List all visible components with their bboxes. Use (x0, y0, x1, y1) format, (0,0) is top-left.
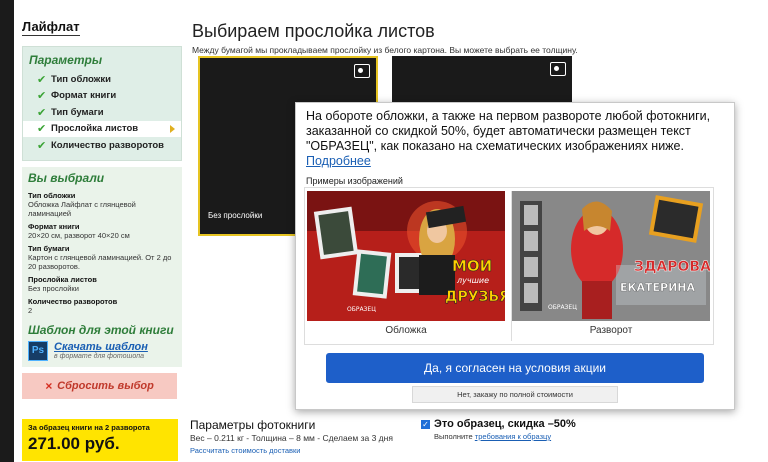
chosen-label: Тип обложки (28, 190, 76, 200)
sample-requirements: Выполните требования к образцу (421, 432, 576, 441)
spread-watermark: ОБРАЗЕЦ (548, 304, 577, 311)
template-format-note: в формате для фотошопа (54, 353, 145, 360)
book-params-spec: Вес – 0.211 кг - Толщина – 8 мм - Сделае… (190, 433, 393, 443)
spread-overlay-title: ЗДАРОВА (634, 259, 710, 275)
more-info-link[interactable]: Подробнее (306, 154, 371, 168)
photo-icon[interactable] (550, 62, 566, 76)
sample-requirements-prefix: Выполните (434, 432, 473, 441)
chosen-panel: Вы выбрали Тип обложки Обложка Лайфлат с… (22, 166, 182, 367)
brand-link[interactable]: Лайфлат (22, 19, 80, 36)
cover-overlay-subtitle: ДРУЗЬЯ (445, 289, 505, 305)
step-spreads-count[interactable]: ✔ Количество разворотов (23, 137, 181, 154)
delivery-cost-link[interactable]: Рассчитать стоимость доставки (190, 446, 393, 455)
popup-message: На обороте обложки, а также на первом ра… (306, 109, 711, 153)
option-label: Без прослойки (208, 211, 263, 220)
active-arrow-icon (170, 124, 175, 133)
checkbox-checked-icon[interactable]: ✓ (421, 419, 430, 429)
chosen-value: Обложка Лайфлат с глянцевой ламинацией (28, 199, 136, 218)
step-label: Тип обложки (51, 73, 112, 85)
price-label: За образец книги на 2 разворота (28, 423, 150, 432)
photoshop-icon: Ps (28, 340, 48, 361)
check-icon: ✔ (37, 123, 47, 136)
sample-requirements-link[interactable]: требования к образцу (475, 432, 551, 441)
photo-icon[interactable] (354, 64, 370, 78)
sample-checkbox-row[interactable]: ✓ Это образец, скидка –50% (421, 418, 576, 430)
chosen-label: Формат книги (28, 221, 80, 231)
check-icon: ✔ (37, 90, 47, 103)
chosen-label: Тип бумаги (28, 243, 70, 253)
chosen-value: Картон с глянцевой ламинацией. От 2 до 2… (28, 252, 172, 271)
example-caption: Обложка (385, 325, 427, 336)
cover-overlay-small: лучшие (456, 276, 489, 285)
page: Лайфлат Параметры ✔ Тип обложки ✔ Формат… (14, 0, 768, 462)
examples-label: Примеры изображений (306, 176, 403, 186)
chosen-value: Без прослойки (28, 283, 79, 293)
params-panel: Параметры ✔ Тип обложки ✔ Формат книги ✔… (22, 46, 182, 161)
chosen-label: Прослойка листов (28, 274, 97, 284)
check-icon: ✔ (37, 73, 47, 86)
discount-popup: На обороте обложки, а также на первом ра… (295, 102, 735, 410)
step-sheet-interlayer[interactable]: ✔ Прослойка листов (23, 120, 181, 137)
book-params: Параметры фотокниги Вес – 0.211 кг - Тол… (190, 418, 393, 455)
step-label: Количество разворотов (51, 139, 164, 151)
template-title: Шаблон для этой книги (28, 322, 174, 337)
examples-box: МОИ лучшие ДРУЗЬЯ ОБРАЗЕЦ Обложка ЗДАРОВ… (304, 187, 714, 345)
example-cover-image: МОИ лучшие ДРУЗЬЯ ОБРАЗЕЦ (307, 191, 505, 321)
sidebar: Лайфлат Параметры ✔ Тип обложки ✔ Формат… (22, 18, 182, 399)
sample-discount: ✓ Это образец, скидка –50% Выполните тре… (421, 418, 576, 441)
cover-watermark: ОБРАЗЕЦ (347, 306, 376, 313)
step-paper-type[interactable]: ✔ Тип бумаги (23, 104, 181, 121)
decline-full-price-button[interactable]: Нет, закажу по полной стоимости (412, 386, 618, 403)
page-title: Выбираем прослойка листов (192, 21, 435, 41)
step-label: Прослойка листов (51, 123, 139, 135)
step-label: Формат книги (51, 90, 117, 102)
close-icon: × (45, 378, 53, 393)
example-cover: МОИ лучшие ДРУЗЬЯ ОБРАЗЕЦ Обложка (307, 191, 507, 341)
price-box: За образец книги на 2 разворота 271.00 р… (22, 419, 178, 461)
step-book-format[interactable]: ✔ Формат книги (23, 88, 181, 105)
chosen-value: 2 (28, 305, 33, 315)
check-icon: ✔ (37, 139, 47, 152)
popup-text: На обороте обложки, а также на первом ра… (306, 109, 726, 169)
template-download[interactable]: Ps Скачать шаблон в формате для фотошопа (28, 340, 176, 361)
example-spread-image: ЗДАРОВА ЕКАТЕРИНА ОБРАЗЕЦ (512, 191, 710, 321)
check-icon: ✔ (37, 106, 47, 119)
params-title: Параметры (29, 53, 103, 67)
accept-terms-button[interactable]: Да, я согласен на условия акции (326, 353, 704, 383)
chosen-label: Количество разворотов (28, 296, 118, 306)
download-template-link[interactable]: Скачать шаблон (54, 341, 148, 353)
chosen-value: 20×20 см, разворот 40×20 см (28, 230, 130, 240)
chosen-title: Вы выбрали (28, 170, 105, 185)
example-caption: Разворот (589, 325, 633, 336)
price-value: 271.00 руб. (28, 434, 120, 453)
step-cover-type[interactable]: ✔ Тип обложки (23, 71, 181, 88)
reset-button[interactable]: × Сбросить выбор (22, 372, 177, 399)
spread-overlay-subtitle: ЕКАТЕРИНА (620, 281, 696, 294)
reset-label: Сбросить выбор (57, 379, 154, 392)
step-label: Тип бумаги (51, 106, 104, 118)
book-params-title: Параметры фотокниги (190, 418, 316, 432)
example-spread: ЗДАРОВА ЕКАТЕРИНА ОБРАЗЕЦ Разворот (511, 191, 711, 341)
cover-overlay-title: МОИ (452, 257, 492, 275)
page-subtitle: Между бумагой мы прокладываем прослойку … (192, 45, 578, 55)
sample-checkbox-label: Это образец, скидка –50% (434, 418, 576, 430)
